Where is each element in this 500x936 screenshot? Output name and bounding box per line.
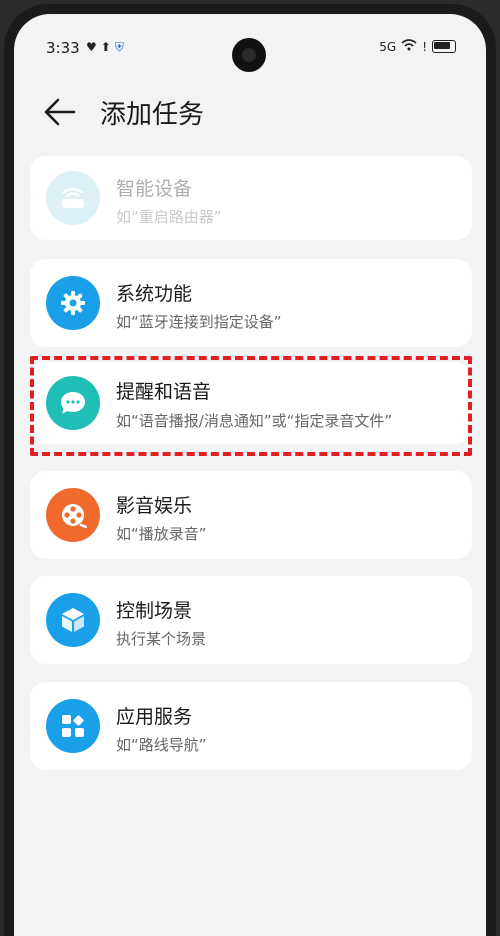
item-subtitle: 如“蓝牙连接到指定设备” <box>116 313 282 331</box>
list-item-app-services[interactable]: 应用服务 如“路线导航” <box>30 682 472 770</box>
front-camera <box>232 38 266 72</box>
item-subtitle: 如“播放录音” <box>116 525 207 543</box>
item-title: 控制场景 <box>116 600 193 622</box>
status-time: 3:33 <box>46 39 80 57</box>
alert-icon: ! <box>422 39 427 54</box>
upload-icon: ⬆ <box>100 40 111 54</box>
list-item-system-functions[interactable]: 系统功能 如“蓝牙连接到指定设备” <box>30 259 472 347</box>
highlight-box <box>30 356 472 456</box>
item-subtitle: 如“路线导航” <box>116 736 207 754</box>
page-title: 添加任务 <box>100 100 205 130</box>
back-arrow-icon[interactable] <box>42 96 78 128</box>
item-title: 影音娱乐 <box>116 495 193 517</box>
apps-grid-icon <box>46 699 100 753</box>
list-item-media[interactable]: 影音娱乐 如“播放录音” <box>30 471 472 559</box>
battery-icon <box>432 40 456 53</box>
list-item-control-scene[interactable]: 控制场景 执行某个场景 <box>30 576 472 664</box>
header: 添加任务 <box>14 84 486 140</box>
shield-icon: ⛨ <box>114 40 124 54</box>
network-label: 5G <box>379 39 397 54</box>
phone-frame: 3:33 ♥ ⬆ ⛨ 5G ! 添加任务 智能设备 如“重启路由器” 系统功能 … <box>4 4 496 936</box>
heart-icon: ♥ <box>86 40 97 54</box>
wifi-icon <box>401 39 417 54</box>
status-left-icons: ♥ ⬆ ⛨ <box>86 40 124 54</box>
item-subtitle: 执行某个场景 <box>116 630 207 648</box>
film-reel-icon <box>46 488 100 542</box>
list-item-smart-device[interactable]: 智能设备 如“重启路由器” <box>30 156 472 240</box>
cube-icon <box>46 593 100 647</box>
item-subtitle: 如“重启路由器” <box>116 208 222 226</box>
gear-icon <box>46 276 100 330</box>
item-title: 智能设备 <box>116 178 193 200</box>
item-title: 应用服务 <box>116 706 193 728</box>
screen: 3:33 ♥ ⬆ ⛨ 5G ! 添加任务 智能设备 如“重启路由器” 系统功能 … <box>14 14 486 936</box>
status-bar: 3:33 ♥ ⬆ ⛨ 5G ! <box>14 14 486 72</box>
router-icon <box>46 171 100 225</box>
item-title: 系统功能 <box>116 283 193 305</box>
status-right-icons: 5G ! <box>379 39 456 54</box>
